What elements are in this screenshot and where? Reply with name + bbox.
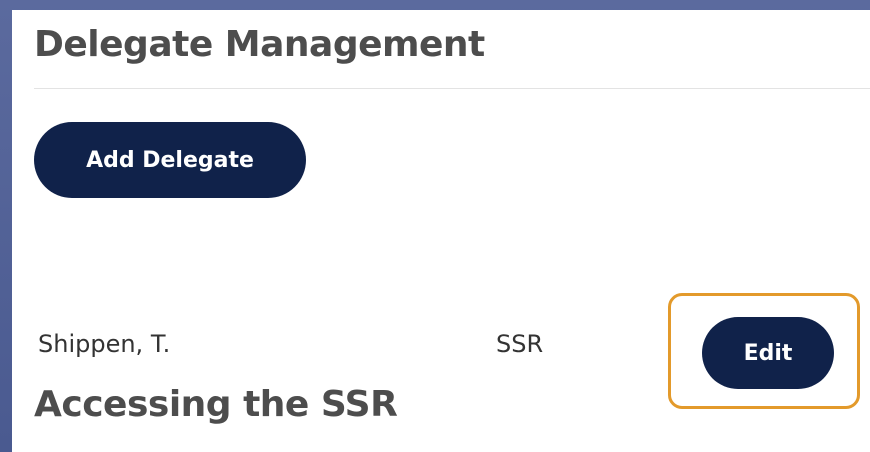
delegate-type: SSR	[496, 330, 544, 358]
add-delegate-button[interactable]: Add Delegate	[34, 122, 306, 198]
title-divider	[34, 88, 870, 89]
edit-delegate-button[interactable]: Edit	[702, 317, 834, 389]
section-heading: Accessing the SSR	[34, 384, 398, 425]
delegate-name: Shippen, T.	[38, 330, 171, 358]
page-title: Delegate Management	[34, 24, 485, 65]
delegate-management-panel: Delegate Management Add Delegate Shippen…	[12, 10, 870, 452]
